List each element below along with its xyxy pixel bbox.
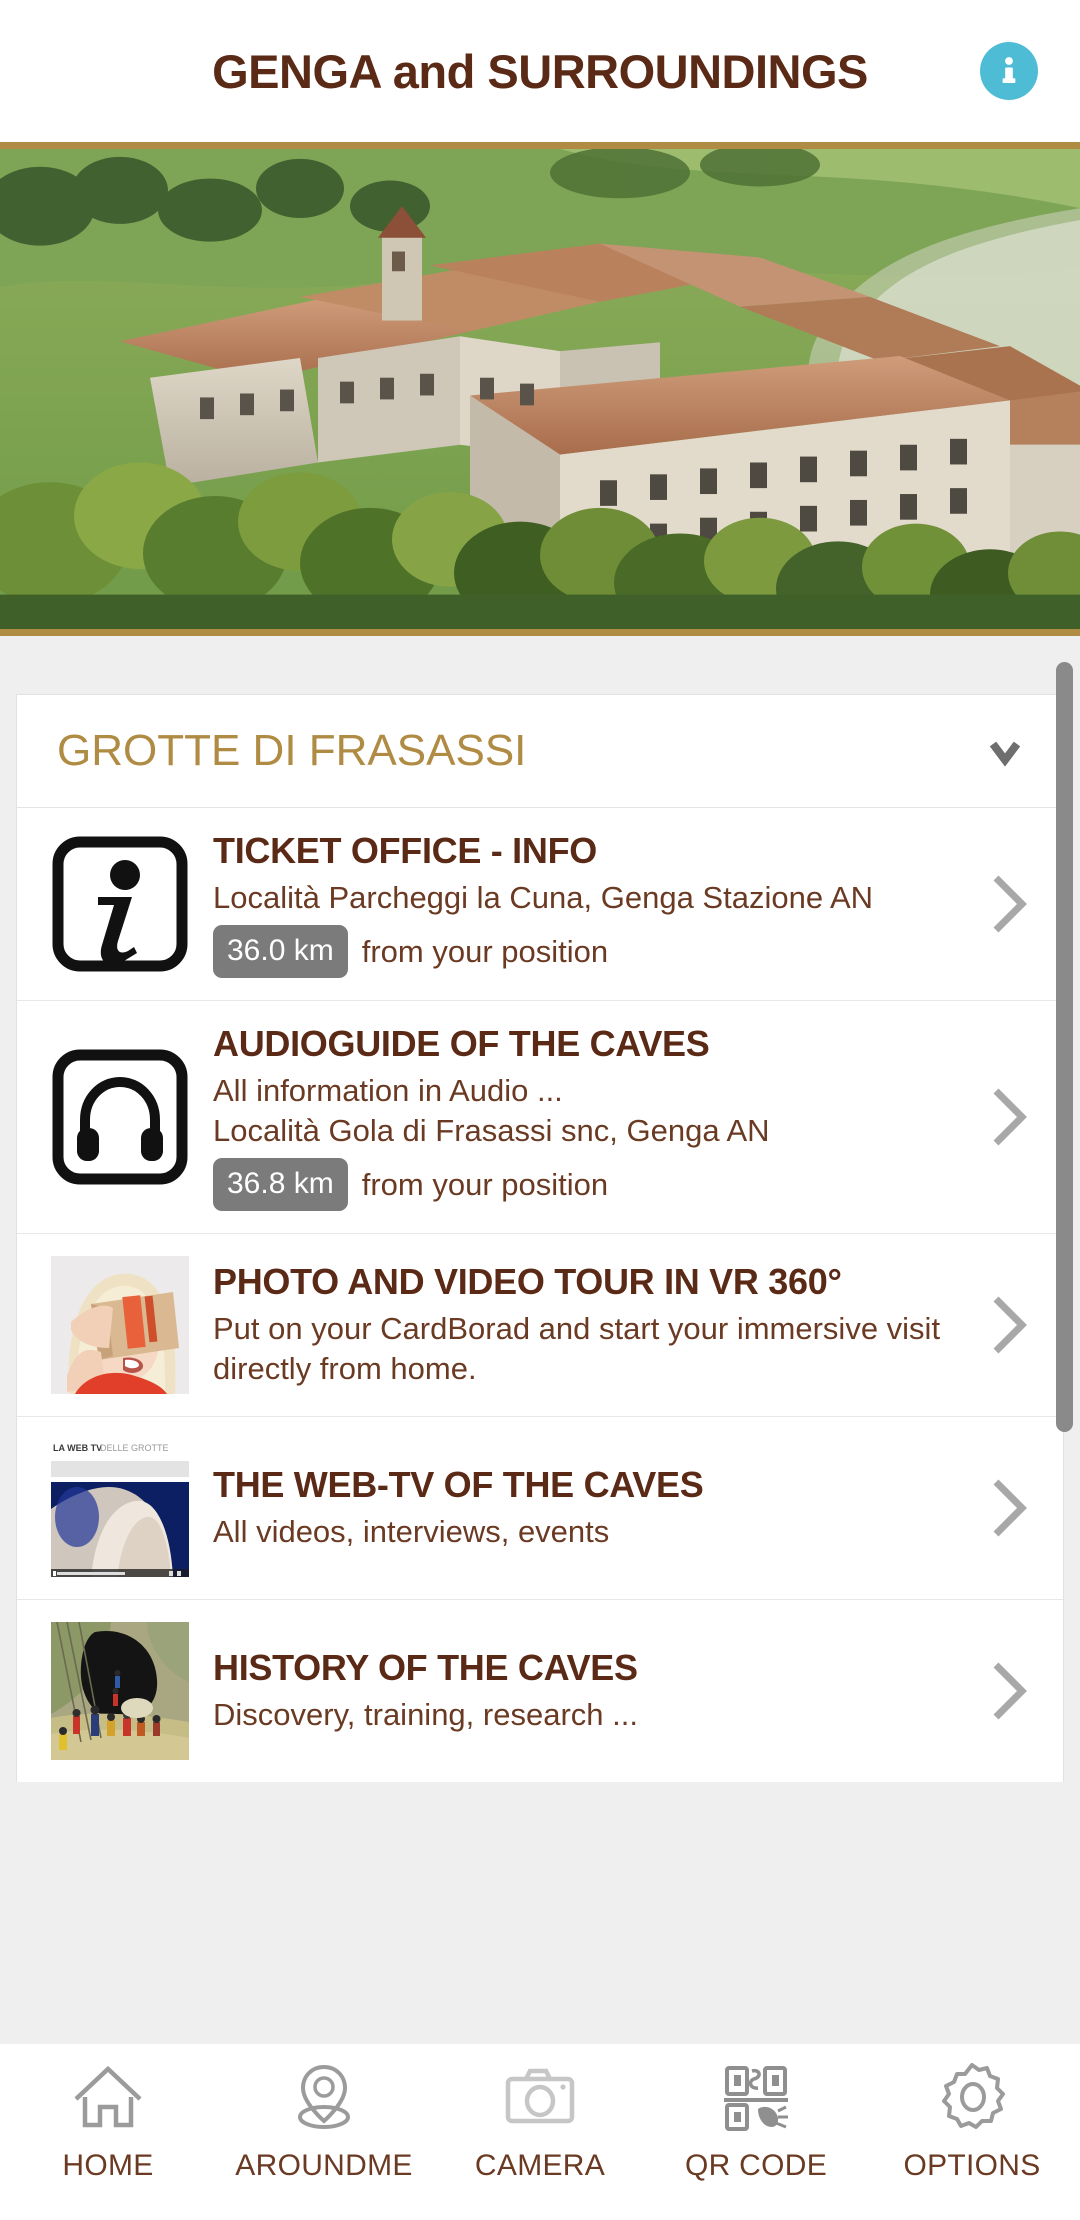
row-thumbnail (51, 835, 189, 974)
tabbar-gap (0, 2014, 1080, 2044)
list-item[interactable]: AUDIOGUIDE OF THE CAVES All information … (17, 1001, 1063, 1235)
qr-code-icon (724, 2066, 788, 2131)
tab-options[interactable]: OPTIONS (864, 2059, 1080, 2183)
info-letter-icon (52, 836, 188, 972)
webtv-screenshot: LA WEB TV DELLE GROTTE (51, 1439, 189, 1578)
vr-headset-photo (51, 1256, 189, 1395)
village-aerial-illustration (0, 149, 1080, 636)
row-title: PHOTO AND VIDEO TOUR IN VR 360° (213, 1261, 842, 1303)
gear-icon (942, 2063, 1005, 2129)
row-desc: Put on your CardBorad and start your imm… (213, 1310, 941, 1387)
chevron-right-icon[interactable] (979, 1081, 1037, 1153)
row-body: AUDIOGUIDE OF THE CAVES All information … (213, 1023, 975, 1212)
tab-home[interactable]: HOME (0, 2059, 216, 2183)
cave-entrance-photo (51, 1622, 189, 1761)
row-title: THE WEB-TV OF THE CAVES (213, 1464, 704, 1506)
tab-label: OPTIONS (903, 2149, 1041, 2182)
chevron-right-icon[interactable] (979, 1289, 1037, 1361)
content-area[interactable]: GROTTE DI FRASASSI TICKET OFFICE - INFO … (0, 636, 1080, 2014)
list-item[interactable]: HISTORY OF THE CAVES Discovery, training… (17, 1600, 1063, 1783)
distance-badge: 36.8 km (213, 1158, 348, 1212)
home-icon (74, 2065, 142, 2128)
row-body: THE WEB-TV OF THE CAVES All videos, inte… (213, 1464, 975, 1552)
app-screen: GENGA and SURROUNDINGS GROTTE DI FRASASS… (0, 0, 1080, 2220)
tab-label: CAMERA (474, 2149, 606, 2182)
section-title: GROTTE DI FRASASSI (57, 726, 527, 775)
row-thumbnail: LA WEB TV DELLE GROTTE (51, 1439, 189, 1578)
scrollbar[interactable] (1056, 636, 1077, 2014)
row-desc: Discovery, training, research ... (213, 1697, 638, 1733)
group-card: GROTTE DI FRASASSI TICKET OFFICE - INFO … (16, 694, 1064, 1783)
tab-camera[interactable]: CAMERA (432, 2059, 648, 2183)
tab-qr-code[interactable]: QR CODE (648, 2059, 864, 2183)
svg-text:LA WEB TV: LA WEB TV (53, 1443, 102, 1453)
row-title: AUDIOGUIDE OF THE CAVES (213, 1023, 710, 1065)
row-body: HISTORY OF THE CAVES Discovery, training… (213, 1647, 975, 1735)
svg-text:DELLE GROTTE: DELLE GROTTE (100, 1443, 169, 1453)
chevron-right-icon[interactable] (979, 1655, 1037, 1727)
map-pin-icon (298, 2064, 350, 2129)
distance-label: from your position (361, 1166, 609, 1202)
chevron-down-icon[interactable] (981, 727, 1029, 775)
row-title: HISTORY OF THE CAVES (213, 1647, 638, 1689)
list-item[interactable]: LA WEB TV DELLE GROTTE THE WEB-TV OF THE… (17, 1417, 1063, 1601)
row-address: Località Gola di Frasassi snc, Genga AN (213, 1113, 770, 1149)
info-button[interactable] (980, 42, 1038, 100)
section-header-grotte-di-frasassi[interactable]: GROTTE DI FRASASSI (17, 695, 1063, 808)
camera-icon (505, 2068, 575, 2124)
row-thumbnail (51, 1256, 189, 1395)
list-item[interactable]: PHOTO AND VIDEO TOUR IN VR 360° Put on y… (17, 1234, 1063, 1418)
row-desc: All information in Audio ... (213, 1072, 563, 1108)
row-thumbnail (51, 1048, 189, 1187)
row-thumbnail (51, 1622, 189, 1761)
distance-badge: 36.0 km (213, 925, 348, 979)
tab-label: HOME (62, 2149, 154, 2182)
chevron-right-icon[interactable] (979, 868, 1037, 940)
hero-image (0, 142, 1080, 636)
hero-bottom-rule (0, 629, 1080, 636)
row-body: TICKET OFFICE - INFO Località Parcheggi … (213, 830, 975, 979)
row-body: PHOTO AND VIDEO TOUR IN VR 360° Put on y… (213, 1261, 975, 1389)
row-address: Località Parcheggi la Cuna, Genga Stazio… (213, 879, 874, 915)
row-distance: 36.8 km from your position (213, 1158, 965, 1212)
info-circle-icon (1002, 57, 1016, 83)
list-item[interactable]: TICKET OFFICE - INFO Località Parcheggi … (17, 808, 1063, 1002)
page-title: GENGA and SURROUNDINGS (212, 44, 868, 98)
row-desc: All videos, interviews, events (213, 1514, 610, 1550)
chevron-right-icon[interactable] (979, 1472, 1037, 1544)
bottom-navigation: HOME AROUNDME CAMERA QR CODE OPTIONS (0, 2044, 1080, 2220)
tab-aroundme[interactable]: AROUNDME (216, 2059, 432, 2183)
row-title: TICKET OFFICE - INFO (213, 830, 597, 871)
app-bar: GENGA and SURROUNDINGS (0, 0, 1080, 142)
distance-label: from your position (361, 933, 609, 969)
tab-label: QR CODE (684, 2149, 828, 2182)
headphones-icon (52, 1049, 188, 1185)
scrollbar-thumb[interactable] (1056, 662, 1073, 1432)
tab-label: AROUNDME (235, 2149, 413, 2182)
row-distance: 36.0 km from your position (213, 925, 965, 979)
